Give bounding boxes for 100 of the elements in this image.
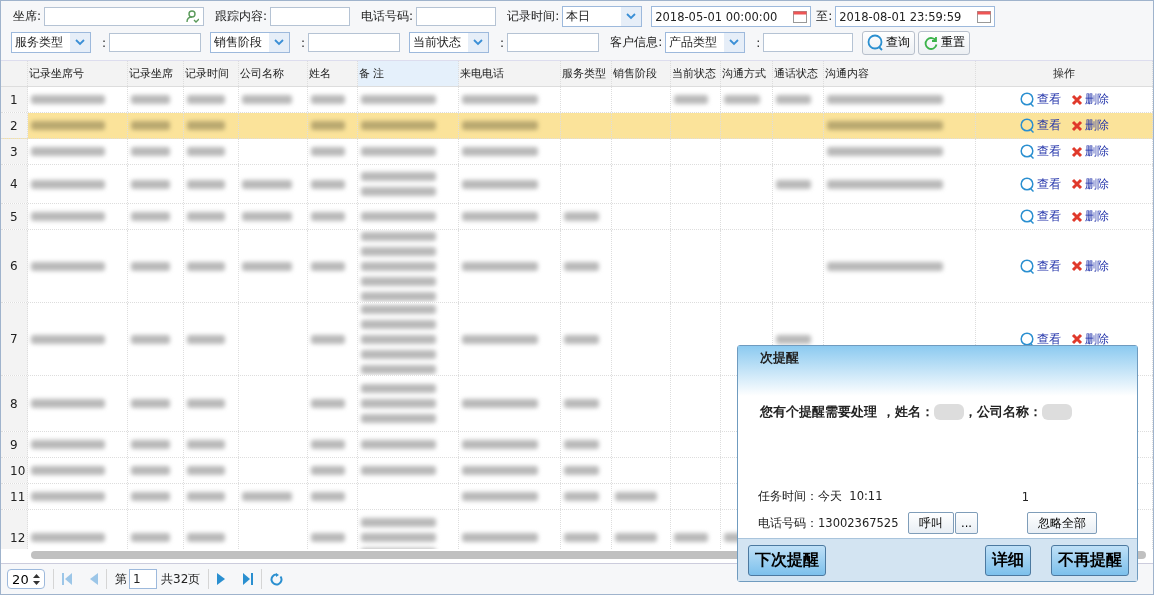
row-number: 8 [1,376,28,431]
column-header[interactable]: 来电电话 [459,61,561,86]
table-row[interactable]: 3 查看 删除 [1,139,1153,165]
last-page-icon[interactable] [243,573,254,585]
blurred-text [187,466,226,475]
date-field[interactable]: 2018-08-01 23:59:59 [835,6,996,27]
blurred-text [615,492,657,501]
column-header[interactable]: 沟通内容 [824,61,976,86]
next-page-icon[interactable] [217,573,226,585]
dialog-button[interactable]: 不再提醒 [1051,544,1129,576]
input-field[interactable] [308,33,401,52]
dialog-button[interactable]: 下次提醒 [748,544,826,576]
dropdown[interactable]: 当前状态 [409,32,490,53]
row-number: 10 [1,458,28,483]
blurred-text [131,121,171,130]
row-number: 1 [1,87,28,112]
blurred-text [311,492,346,501]
page-input[interactable]: 1 [129,569,157,589]
blurred-text [311,147,346,156]
close-icon [1070,145,1083,158]
column-header[interactable]: 备 注 [358,61,459,86]
dialog-button[interactable]: 详细 [985,544,1031,576]
delete-link[interactable]: 删除 [1070,208,1109,225]
blurred-text [564,533,600,542]
delete-link[interactable]: 删除 [1070,91,1109,108]
ignore-all-button[interactable]: 忽略全部 [1027,512,1097,534]
blurred-text [187,121,226,130]
column-header[interactable]: 当前状态 [671,61,721,86]
blurred-text [131,440,171,449]
blurred-text [131,95,171,104]
dropdown[interactable]: 销售阶段 [210,32,291,53]
column-header[interactable]: 操作 [976,61,1153,86]
view-link[interactable]: 查看 [1019,117,1061,134]
refresh-icon[interactable] [270,572,284,586]
column-header[interactable]: 销售阶段 [612,61,671,86]
calendar-icon[interactable] [793,10,808,23]
column-header[interactable]: 记录坐席号 [28,61,128,86]
blurred-text [131,261,171,271]
view-link[interactable]: 查看 [1019,143,1061,160]
calendar-icon[interactable] [977,10,992,23]
table-row[interactable]: 4 查看 删除 [1,165,1153,204]
column-header[interactable]: 公司名称 [239,61,308,86]
view-link[interactable]: 查看 [1019,208,1061,225]
dropdown[interactable]: 产品类型 [665,32,746,53]
table-row[interactable]: 2 查看 删除 [1,113,1153,139]
column-header[interactable]: 沟通方式 [721,61,773,86]
view-link[interactable]: 查看 [1019,257,1061,275]
delete-link[interactable]: 删除 [1070,257,1109,275]
blurred-text [131,399,171,408]
call-button[interactable]: 呼叫 [908,512,954,534]
reset-button[interactable]: 重置 [918,30,971,55]
row-number: 12 [1,510,28,549]
delete-link[interactable]: 删除 [1070,330,1109,348]
more-button[interactable]: ... [955,512,978,534]
blurred-text [564,261,600,271]
phone-number: 电话号码：13002367525 [758,515,900,531]
blurred-text [776,334,812,344]
search-button[interactable]: 查询 [862,30,916,55]
input-field[interactable] [44,7,205,26]
view-link[interactable]: 查看 [1019,175,1061,193]
table-row[interactable]: 6 查看 删除 [1,230,1153,303]
delete-link[interactable]: 删除 [1070,117,1109,134]
chevron-down-icon [75,39,85,46]
field-label: 电话号码: [361,8,414,25]
input-field[interactable] [507,33,600,52]
view-link[interactable]: 查看 [1019,91,1061,108]
previous-page-icon[interactable] [90,573,98,585]
blurred-text [564,466,600,475]
reminder-message: ，公司名称： [963,403,1042,421]
blurred-text [311,466,346,475]
dropdown[interactable]: 本日 [562,6,643,27]
page-size-spinner[interactable]: 20 [7,569,45,589]
column-header[interactable]: 记录时间 [184,61,239,86]
date-field[interactable]: 2018-05-01 00:00:00 [651,6,812,27]
reminder-count: 1 [1021,489,1029,504]
blurred-text [187,533,226,542]
delete-link[interactable]: 删除 [1070,175,1109,193]
blurred-text [615,533,657,542]
input-field[interactable] [109,33,202,52]
blurred-text [187,147,226,156]
dropdown[interactable]: 服务类型 [11,32,91,53]
input-field[interactable] [763,33,854,52]
first-page-icon[interactable] [62,573,72,585]
search-icon [1019,118,1035,133]
delete-link[interactable]: 删除 [1070,143,1109,160]
column-header[interactable]: 记录坐席 [128,61,184,86]
blurred-text [311,121,346,130]
row-number: 3 [1,139,28,164]
blurred-text [242,95,292,104]
column-header[interactable]: 服务类型 [561,61,612,86]
table-row[interactable]: 5 查看 删除 [1,204,1153,230]
input-field[interactable] [270,7,351,26]
user-icon[interactable] [186,10,200,23]
search-icon [1019,209,1035,224]
field-label: 坐席: [13,8,42,25]
input-field[interactable] [416,7,497,26]
column-header[interactable]: 通话状态 [773,61,824,86]
blurred-text [311,179,346,189]
view-link[interactable]: 查看 [1019,330,1061,348]
blurred-text [776,95,812,104]
